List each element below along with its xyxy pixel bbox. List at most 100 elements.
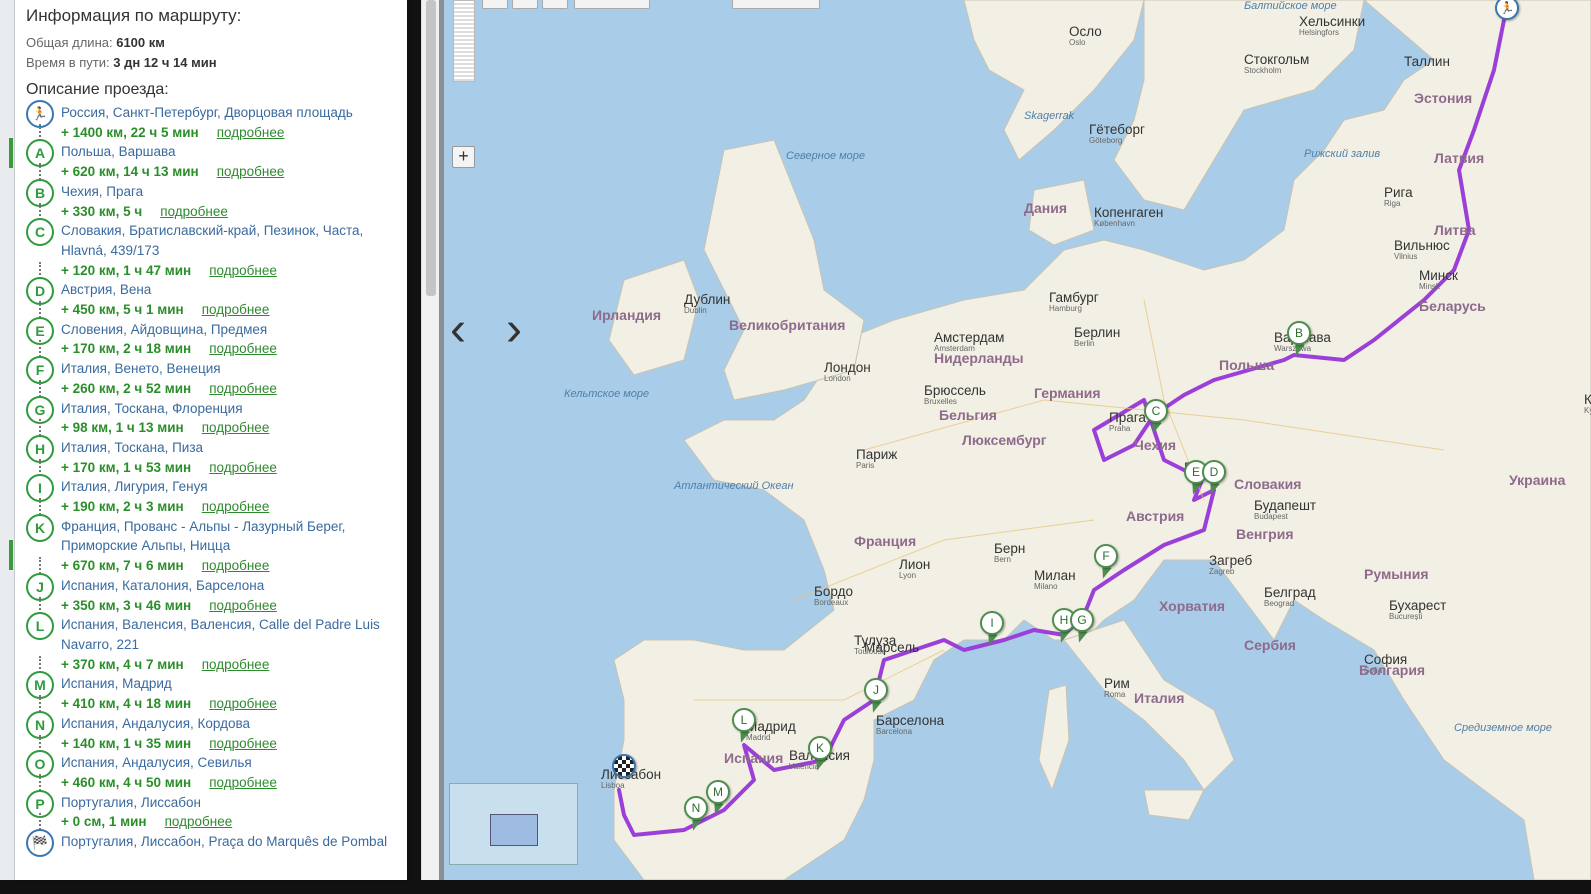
city-latin-name: București [1389,612,1423,621]
details-link[interactable]: подробнее [202,302,270,317]
city-name: Стокгольм [1244,52,1310,67]
map-country-label: Чехия [1134,437,1176,453]
city-name: Брюссель [924,383,986,398]
arrow-right-icon[interactable]: › [506,306,522,354]
finish-flag-icon[interactable]: 🏁 [26,829,54,858]
city-name: Киев [1584,392,1591,407]
details-link[interactable]: подробнее [217,125,285,140]
city-name: Бордо [814,584,853,599]
map-sea-label: Балтийское море [1244,0,1337,12]
details-link[interactable]: подробнее [165,814,233,829]
waypoint-address: Португалия, Лиссабон, Praça do Marquês d… [61,834,388,850]
details-link[interactable]: подробнее [202,558,270,573]
map-city-label: Стокгольм Stockholm [1244,52,1309,75]
map-sea-label: Рижский залив [1304,148,1381,160]
city-name: Барселона [876,713,945,728]
pin-label: J [864,678,888,702]
details-link[interactable]: подробнее [209,736,277,751]
map-city-label: Бордо Bordeaux [814,584,853,607]
scrollbar-thumb[interactable] [426,0,436,296]
map-country-label: Испания [724,750,784,766]
waypoint-address: Португалия, Лиссабон [61,794,201,810]
details-link[interactable]: подробнее [217,164,285,179]
pin-label: D [1202,460,1226,484]
pin-label: F [1094,544,1118,568]
map-city-label: Тулуза Toulouse [854,633,896,656]
details-link[interactable]: подробнее [209,381,277,396]
city-name: Копенгаген [1094,205,1164,220]
map-country-label: Германия [1034,385,1101,401]
route-leg: + 370 км, 4 ч 7 мин подробнее [26,655,407,675]
city-latin-name: Oslo [1069,38,1086,47]
city-name: Рига [1384,185,1413,200]
map-sea-label: Средиземное море [1454,722,1553,734]
details-link[interactable]: подробнее [209,341,277,356]
leg-distance-time: + 120 км, 1 ч 47 мин [61,262,192,278]
route-waypoint: C Словакия, Братиславский-край, Пезинок, … [26,218,407,260]
city-latin-name: Berlin [1074,339,1095,348]
route-leg: + 0 см, 1 мин подробнее [26,812,407,832]
leg-distance-time: + 170 км, 1 ч 53 мин [61,459,192,475]
details-link[interactable]: подробнее [202,420,270,435]
map-country-label: Нидерланды [934,350,1024,366]
toolbar-button[interactable] [482,0,508,9]
city-name: Берн [994,541,1026,556]
city-latin-name: Minsk [1419,282,1440,291]
travel-time: Время в пути: 3 дн 12 ч 14 мин [26,55,217,70]
waypoint-address: Италия, Тоскана, Флоренция [61,400,243,416]
details-link[interactable]: подробнее [209,460,277,475]
details-link[interactable]: подробнее [202,657,270,672]
toolbar-button[interactable] [574,0,650,9]
pin-label: L [732,708,756,732]
city-latin-name: Bern [994,555,1011,564]
waypoint-marker[interactable]: C [26,218,54,247]
map-city-label: Лондон London [824,360,871,383]
leg-distance-time: + 410 км, 4 ч 18 мин [61,696,192,712]
map-city-label: Бухарест București [1389,598,1446,621]
route-info-panel: Информация по маршруту: Общая длина: 610… [15,0,407,880]
city-latin-name: Bordeaux [814,598,849,607]
waypoint-address: Италия, Тоскана, Пиза [61,439,204,455]
overview-minimap[interactable] [449,783,578,865]
city-latin-name: Toulouse [854,647,887,656]
city-latin-name: Roma [1104,690,1126,699]
total-length: Общая длина: 6100 км [26,35,165,50]
minimap-viewport[interactable] [490,814,538,846]
city-name: Бухарест [1389,598,1447,613]
details-link[interactable]: подробнее [202,499,270,514]
city-latin-name: Barcelona [876,727,913,736]
toolbar-button[interactable] [732,0,820,9]
waypoint-marker[interactable]: K [26,513,54,542]
route-leg: + 450 км, 5 ч 1 мин подробнее [26,300,407,320]
details-link[interactable]: подробнее [160,204,228,219]
toolbar-button[interactable] [512,0,538,9]
city-name: Хельсинки [1299,14,1366,29]
zoom-slider[interactable] [453,0,475,82]
map-city-label: Вильнюс Vilnius [1394,238,1450,261]
map-city-label: Осло Oslo [1069,24,1102,47]
route-waypoint: 🏃 Россия, Санкт-Петербург, Дворцовая площ… [26,100,407,128]
city-name: Белград [1264,585,1316,600]
city-name: Осло [1069,24,1102,39]
city-latin-name: Göteborg [1089,136,1123,145]
map-city-label: Милан Milano [1034,568,1076,591]
map-country-label: Великобритания [729,317,846,333]
arrow-left-icon[interactable]: ‹ [450,306,466,354]
zoom-in-button[interactable]: + [452,146,475,168]
map-country-label: Сербия [1244,637,1296,653]
toolbar-button[interactable] [542,0,568,9]
map-country-label: Австрия [1126,508,1185,524]
details-link[interactable]: подробнее [209,696,277,711]
details-link[interactable]: подробнее [209,598,277,613]
route-leg: + 190 км, 2 ч 3 мин подробнее [26,497,407,517]
details-link[interactable]: подробнее [209,263,277,278]
map-city-label: Белград Beograd [1264,585,1316,608]
pin-label: G [1070,608,1094,632]
route-waypoint: J Испания, Каталония, Барселона [26,572,407,601]
city-name: Амстердам [934,330,1005,345]
panel-scrollbar[interactable] [421,0,440,880]
map-city-label: КиевKyiv [1584,392,1591,415]
waypoint-marker[interactable]: L [26,612,54,641]
map-view[interactable]: + ‹ › Хельсинки Helsingfors Осло Oslo Стокго… [444,0,1591,880]
details-link[interactable]: подробнее [209,775,277,790]
